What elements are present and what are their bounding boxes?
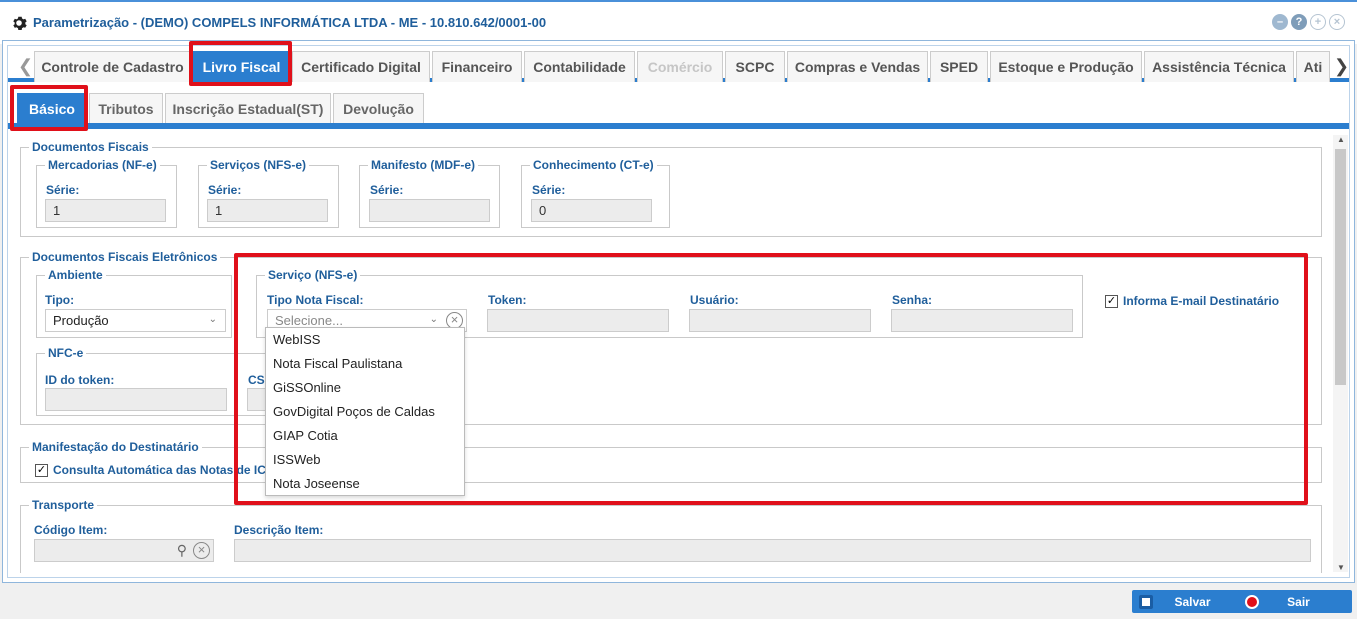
help-icon[interactable]: ? — [1291, 14, 1307, 30]
nfce-id-token-input[interactable] — [45, 388, 227, 411]
title-bar: Parametrização - (DEMO) COMPELS INFORMÁT… — [0, 0, 1357, 44]
descricao-item-input[interactable] — [234, 539, 1311, 562]
nfse-serie-label: Série: — [208, 183, 242, 197]
tab-assistencia-tecnica[interactable]: Assistência Técnica — [1144, 51, 1294, 82]
tab-inscricao-estadual[interactable]: Inscrição Estadual(ST) — [165, 93, 331, 123]
tab-compras-vendas[interactable]: Compras e Vendas — [787, 51, 928, 82]
save-button[interactable]: Salvar — [1132, 590, 1246, 613]
sub-tab-bar: Básico Tributos Inscrição Estadual(ST) D… — [8, 90, 1349, 129]
tab-ati[interactable]: Ati — [1296, 51, 1330, 82]
cte-legend: Conhecimento (CT-e) — [533, 158, 654, 172]
close-icon[interactable]: × — [1329, 14, 1345, 30]
codigo-item-label: Código Item: — [34, 523, 108, 537]
nfce-id-token-label: ID do token: — [45, 373, 115, 387]
scrollbar-thumb[interactable] — [1335, 149, 1346, 385]
exit-button[interactable]: Sair — [1238, 590, 1352, 613]
nfse-legend: Serviços (NFS-e) — [210, 158, 307, 172]
highlight-servico — [234, 253, 1308, 505]
tab-certificado-digital[interactable]: Certificado Digital — [292, 51, 430, 82]
tab-comercio: Comércio — [637, 51, 723, 82]
tab-scpc[interactable]: SCPC — [725, 51, 785, 82]
nfe-serie-input[interactable]: 1 — [45, 199, 166, 222]
tab-devolucao[interactable]: Devolução — [333, 93, 424, 123]
transporte-legend: Transporte — [32, 498, 95, 512]
window-title: Parametrização - (DEMO) COMPELS INFORMÁT… — [33, 15, 547, 30]
highlight-basico — [10, 85, 88, 131]
cte-serie-label: Série: — [532, 183, 566, 197]
chevron-right-icon[interactable]: ❯ — [1334, 56, 1349, 77]
scroll-down-icon[interactable]: ▼ — [1337, 563, 1345, 572]
docs-fiscais-legend: Documentos Fiscais — [32, 140, 149, 154]
nfse-serie-input[interactable]: 1 — [207, 199, 328, 222]
ambiente-legend: Ambiente — [48, 268, 103, 282]
minimize-icon[interactable]: – — [1272, 14, 1288, 30]
highlight-livro-fiscal — [189, 41, 292, 86]
manifestacao-legend: Manifestação do Destinatário — [32, 440, 199, 454]
ambiente-tipo-label: Tipo: — [45, 293, 75, 307]
cte-serie-input[interactable]: 0 — [531, 199, 652, 222]
nfce-legend: NFC-e — [48, 346, 84, 360]
exit-label: Sair — [1287, 594, 1310, 609]
mdfe-legend: Manifesto (MDF-e) — [371, 158, 475, 172]
exit-icon — [1245, 594, 1259, 609]
ambiente-tipo-value: Produção — [53, 313, 109, 328]
ambiente-tipo-select[interactable]: Produção ⌄ — [45, 309, 226, 332]
nfe-serie-label: Série: — [46, 183, 80, 197]
tab-estoque-producao[interactable]: Estoque e Produção — [990, 51, 1142, 82]
mdfe-serie-input[interactable] — [369, 199, 490, 222]
scroll-up-icon[interactable]: ▲ — [1337, 135, 1345, 144]
tab-tributos[interactable]: Tributos — [89, 93, 163, 123]
descricao-item-label: Descrição Item: — [234, 523, 324, 537]
gear-icon — [13, 16, 27, 30]
save-icon — [1139, 594, 1153, 609]
chevron-down-icon: ⌄ — [208, 314, 217, 325]
search-icon[interactable]: ⚲ — [177, 542, 187, 559]
codigo-item-input[interactable]: ⚲ × — [34, 539, 214, 562]
save-label: Salvar — [1174, 594, 1211, 609]
clear-icon[interactable]: × — [193, 542, 210, 559]
tab-financeiro[interactable]: Financeiro — [432, 51, 522, 82]
chevron-left-icon[interactable]: ❮ — [18, 56, 33, 77]
tab-contabilidade[interactable]: Contabilidade — [524, 51, 635, 82]
vertical-scrollbar[interactable]: ▲ ▼ — [1333, 135, 1348, 572]
consulta-automatica-checkbox[interactable]: ✓ — [35, 464, 48, 477]
tab-sped[interactable]: SPED — [930, 51, 988, 82]
mdfe-serie-label: Série: — [370, 183, 404, 197]
maximize-icon[interactable]: + — [1310, 14, 1326, 30]
dfe-legend: Documentos Fiscais Eletrônicos — [32, 250, 218, 264]
nfe-legend: Mercadorias (NF-e) — [48, 158, 157, 172]
tab-controle-cadastro[interactable]: Controle de Cadastro — [34, 51, 191, 82]
